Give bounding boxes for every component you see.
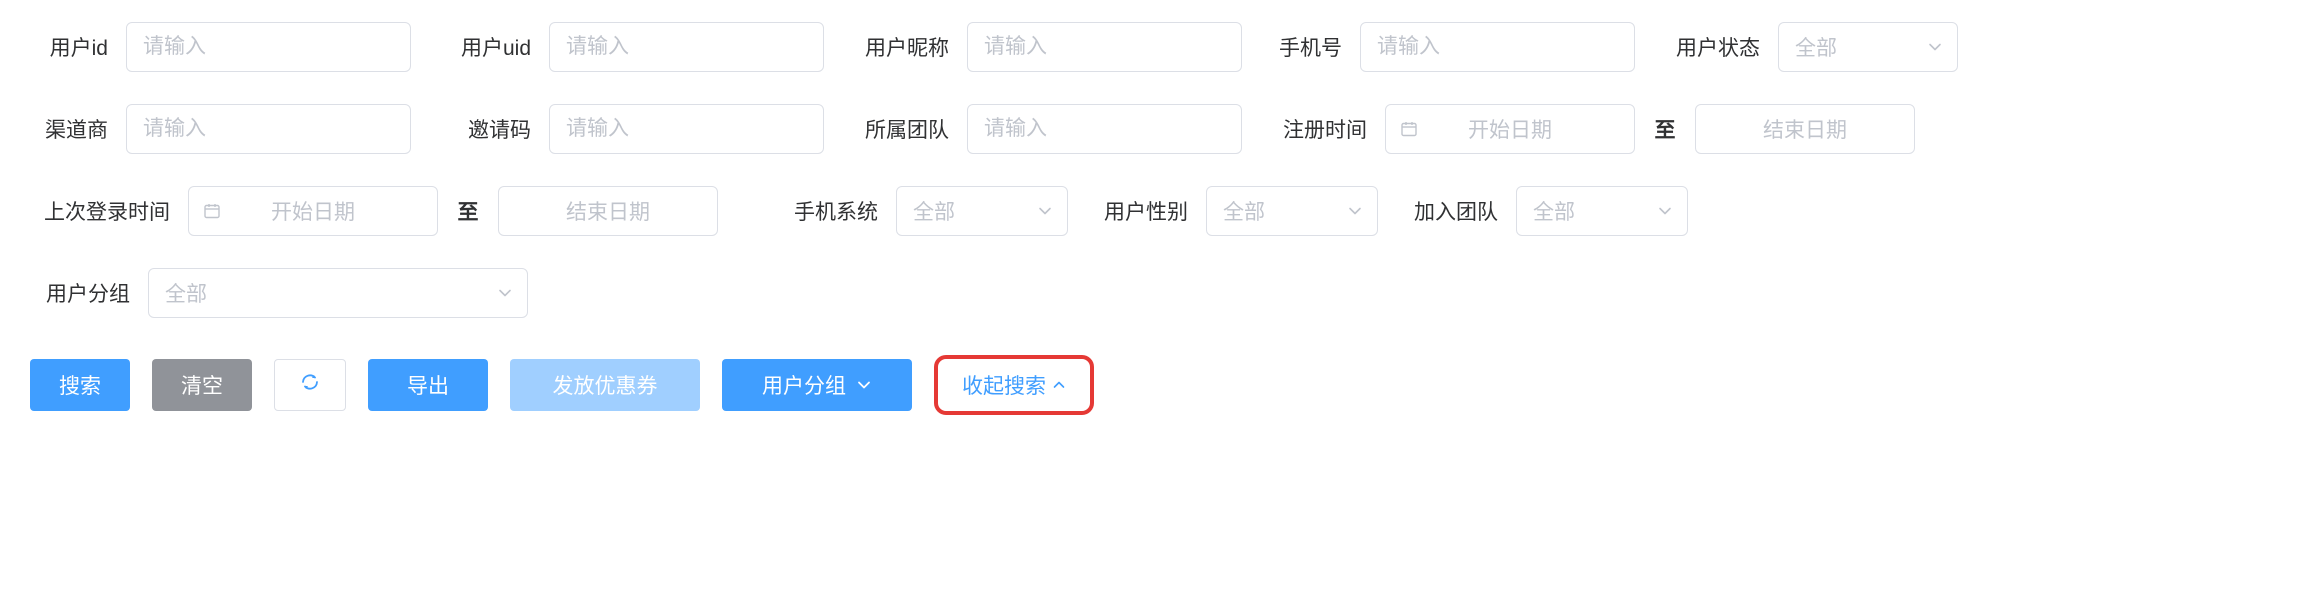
select-phone-os-value: 全部 [913, 196, 955, 226]
input-channel[interactable] [126, 104, 411, 154]
chevron-down-icon [497, 285, 513, 301]
highlight-annotation: 收起搜索 [934, 355, 1094, 415]
date-range-reg-time: 开始日期 至 结束日期 [1385, 104, 1915, 154]
input-phone[interactable] [1360, 22, 1635, 72]
label-user-id: 用户id [30, 32, 108, 62]
chevron-up-icon [1052, 378, 1066, 392]
clear-button[interactable]: 清空 [152, 359, 252, 411]
label-reg-time: 注册时间 [1262, 114, 1367, 144]
label-user-group: 用户分组 [30, 278, 130, 308]
select-join-team[interactable]: 全部 [1516, 186, 1688, 236]
label-status: 用户状态 [1655, 32, 1760, 62]
calendar-icon [1400, 120, 1418, 138]
collapse-label: 收起搜索 [962, 370, 1046, 400]
input-invite-code[interactable] [549, 104, 824, 154]
select-status-value: 全部 [1795, 32, 1837, 62]
chevron-down-icon [1657, 203, 1673, 219]
field-team: 所属团队 [844, 104, 1242, 154]
field-channel: 渠道商 [30, 104, 411, 154]
field-user-group: 用户分组 全部 [30, 268, 528, 318]
select-gender[interactable]: 全部 [1206, 186, 1378, 236]
user-group-dropdown-button[interactable]: 用户分组 [722, 359, 912, 411]
select-status[interactable]: 全部 [1778, 22, 1958, 72]
date-end-last-login[interactable]: 结束日期 [498, 186, 718, 236]
date-start-reg-placeholder: 开始日期 [1468, 114, 1552, 144]
select-join-team-value: 全部 [1533, 196, 1575, 226]
label-invite-code: 邀请码 [431, 114, 531, 144]
date-start-reg-time[interactable]: 开始日期 [1385, 104, 1635, 154]
date-start-login-placeholder: 开始日期 [271, 196, 355, 226]
field-invite-code: 邀请码 [431, 104, 824, 154]
action-row: 搜索 清空 导出 发放优惠券 用户分组 收起搜索 [0, 330, 2300, 415]
label-gender: 用户性别 [1088, 196, 1188, 226]
label-phone: 手机号 [1262, 32, 1342, 62]
filter-row-1: 用户id 用户uid 用户昵称 手机号 用户状态 全部 [0, 10, 2300, 84]
field-user-uid: 用户uid [431, 22, 824, 72]
input-user-id[interactable] [126, 22, 411, 72]
field-phone: 手机号 [1262, 22, 1635, 72]
field-reg-time: 注册时间 开始日期 至 结束日期 [1262, 104, 1915, 154]
field-nickname: 用户昵称 [844, 22, 1242, 72]
select-phone-os[interactable]: 全部 [896, 186, 1068, 236]
refresh-button[interactable] [274, 359, 346, 411]
field-join-team: 加入团队 全部 [1398, 186, 1688, 236]
input-team[interactable] [967, 104, 1242, 154]
date-end-reg-placeholder: 结束日期 [1763, 114, 1847, 144]
label-phone-os: 手机系统 [778, 196, 878, 226]
date-start-last-login[interactable]: 开始日期 [188, 186, 438, 236]
chevron-down-icon [1927, 39, 1943, 55]
field-gender: 用户性别 全部 [1088, 186, 1378, 236]
select-user-group[interactable]: 全部 [148, 268, 528, 318]
label-channel: 渠道商 [30, 114, 108, 144]
refresh-icon [299, 371, 321, 399]
field-user-id: 用户id [30, 22, 411, 72]
select-gender-value: 全部 [1223, 196, 1265, 226]
label-nickname: 用户昵称 [844, 32, 949, 62]
date-end-login-placeholder: 结束日期 [566, 196, 650, 226]
input-user-uid[interactable] [549, 22, 824, 72]
label-user-uid: 用户uid [431, 32, 531, 62]
chevron-down-icon [1347, 203, 1363, 219]
chevron-down-icon [856, 377, 872, 393]
coupon-button[interactable]: 发放优惠券 [510, 359, 700, 411]
field-phone-os: 手机系统 全部 [778, 186, 1068, 236]
date-end-reg-time[interactable]: 结束日期 [1695, 104, 1915, 154]
search-button[interactable]: 搜索 [30, 359, 130, 411]
label-team: 所属团队 [844, 114, 949, 144]
label-join-team: 加入团队 [1398, 196, 1498, 226]
field-last-login: 上次登录时间 开始日期 至 结束日期 [30, 186, 718, 236]
date-sep-login: 至 [438, 196, 498, 226]
label-last-login: 上次登录时间 [30, 196, 170, 226]
select-user-group-value: 全部 [165, 278, 207, 308]
filter-row-4: 用户分组 全部 [0, 248, 2300, 330]
chevron-down-icon [1037, 203, 1053, 219]
field-status: 用户状态 全部 [1655, 22, 1958, 72]
user-group-button-label: 用户分组 [762, 370, 846, 400]
filter-row-3: 上次登录时间 开始日期 至 结束日期 手机系统 全部 用户性别 全部 [0, 166, 2300, 248]
date-sep-reg: 至 [1635, 114, 1695, 144]
export-button[interactable]: 导出 [368, 359, 488, 411]
calendar-icon [203, 202, 221, 220]
date-range-last-login: 开始日期 至 结束日期 [188, 186, 718, 236]
input-nickname[interactable] [967, 22, 1242, 72]
filter-row-2: 渠道商 邀请码 所属团队 注册时间 开始日期 至 结束日期 [0, 84, 2300, 166]
collapse-search-link[interactable]: 收起搜索 [948, 358, 1080, 412]
